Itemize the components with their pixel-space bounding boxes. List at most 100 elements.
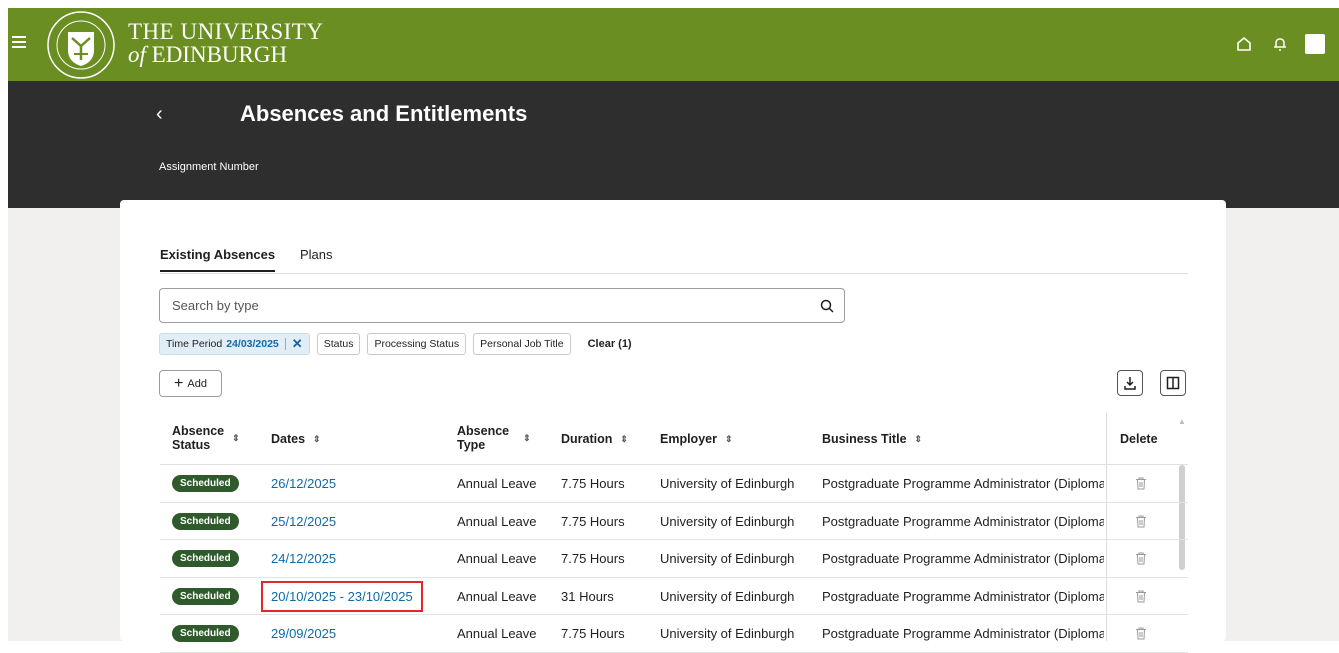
table-row: Scheduled 24/12/2025 Annual Leave 7.75 H… — [160, 540, 1188, 578]
filter-processing-status[interactable]: Processing Status — [367, 333, 467, 355]
download-button[interactable] — [1117, 370, 1143, 396]
delete-trash-icon[interactable] — [1135, 515, 1147, 528]
table-row: Scheduled 25/12/2025 Annual Leave 7.75 H… — [160, 503, 1188, 540]
add-button[interactable]: + Add — [159, 370, 222, 397]
header-dates-text: Dates — [271, 432, 306, 446]
logo-line-2: of EDINBURGH — [128, 43, 323, 66]
delete-trash-icon[interactable] — [1135, 552, 1147, 565]
header-business-title-text: Business Title — [822, 432, 907, 446]
header-business-title[interactable]: Business Title ⇕ — [822, 413, 922, 465]
sort-icon[interactable]: ⇕ — [620, 434, 628, 445]
filter-personal-job-title[interactable]: Personal Job Title — [473, 333, 571, 355]
sort-icon[interactable]: ⇕ — [232, 433, 240, 444]
filter-time-period[interactable]: Time Period 24/03/2025 ✕ — [159, 333, 310, 355]
status-badge: Scheduled — [172, 550, 239, 568]
university-crest-icon — [47, 11, 115, 79]
dates-link[interactable]: 24/12/2025 — [271, 551, 336, 566]
header-absence-status-line2: Status — [172, 438, 211, 452]
filter-status[interactable]: Status — [316, 333, 361, 355]
table-row: Scheduled 20/10/2025 - 23/10/2025 Annual… — [160, 578, 1188, 615]
header-icons — [1233, 33, 1325, 55]
header-absence-status-text: Absence Status — [172, 424, 225, 453]
header-absence-type-line1: Absence — [457, 424, 510, 439]
avatar[interactable] — [1305, 34, 1325, 54]
header-employer-text: Employer — [660, 432, 717, 446]
employer-cell: University of Edinburgh — [660, 513, 795, 529]
table-row: Scheduled 26/12/2025 Annual Leave 7.75 H… — [160, 465, 1188, 503]
header-absence-status[interactable]: Absence Status ⇕ — [172, 413, 240, 465]
duration-cell: 31 Hours — [561, 588, 614, 604]
menu-icon[interactable] — [12, 36, 26, 50]
bell-icon[interactable] — [1269, 33, 1291, 55]
status-badge: Scheduled — [172, 475, 239, 493]
back-chevron-icon[interactable]: ‹ — [156, 103, 163, 126]
delete-trash-icon[interactable] — [1135, 627, 1147, 640]
status-badge: Scheduled — [172, 512, 239, 530]
absence-type-cell: Annual Leave — [457, 588, 537, 604]
filter-time-period-value: 24/03/2025 — [226, 338, 279, 350]
sort-icon[interactable]: ⇕ — [725, 434, 733, 445]
chip-separator — [284, 338, 286, 350]
header-absence-type[interactable]: Absence Type ⇕ — [457, 413, 531, 465]
business-title-cell: Postgraduate Programme Administrator (Di… — [822, 588, 1104, 604]
clear-filters-link[interactable]: Clear (1) — [588, 338, 632, 350]
filter-time-period-label: Time Period — [166, 338, 223, 350]
business-title-cell: Postgraduate Programme Administrator (Di… — [822, 476, 1104, 492]
tab-bar: Existing Absences Plans — [160, 247, 1188, 274]
columns-button[interactable] — [1160, 370, 1186, 396]
employer-cell: University of Edinburgh — [660, 551, 795, 567]
duration-cell: 7.75 Hours — [561, 551, 625, 567]
status-badge: Scheduled — [172, 587, 239, 605]
home-icon[interactable] — [1233, 33, 1255, 55]
table-header: Absence Status ⇕ Dates ⇕ Absence Type ⇕ Du… — [160, 413, 1188, 465]
delete-trash-icon[interactable] — [1135, 477, 1147, 490]
employer-cell: University of Edinburgh — [660, 476, 795, 492]
business-title-cell: Postgraduate Programme Administrator (Di… — [822, 626, 1104, 642]
search-icon[interactable] — [810, 289, 844, 323]
app-header: THE UNIVERSITY of EDINBURGH — [8, 8, 1339, 81]
header-employer[interactable]: Employer ⇕ — [660, 413, 733, 465]
header-dates[interactable]: Dates ⇕ — [271, 413, 321, 465]
absence-type-cell: Annual Leave — [457, 551, 537, 567]
sort-icon[interactable]: ⇕ — [523, 433, 531, 444]
tab-plans[interactable]: Plans — [300, 247, 333, 270]
absences-card: Existing Absences Plans Time Period 24/0… — [120, 200, 1226, 653]
university-logo-text[interactable]: THE UNIVERSITY of EDINBURGH — [128, 20, 323, 66]
remove-filter-close-icon[interactable]: ✕ — [292, 336, 303, 352]
header-absence-type-text: Absence Type — [457, 424, 510, 453]
dates-link[interactable]: 25/12/2025 — [271, 514, 336, 529]
business-title-cell: Postgraduate Programme Administrator (Di… — [822, 513, 1104, 529]
tab-existing-absences[interactable]: Existing Absences — [160, 247, 276, 272]
sort-icon[interactable]: ⇕ — [313, 434, 321, 445]
add-button-label: Add — [187, 377, 207, 390]
business-title-cell: Postgraduate Programme Administrator (Di… — [822, 551, 1104, 567]
dates-link[interactable]: 26/12/2025 — [271, 476, 336, 491]
dates-link[interactable]: 29/09/2025 — [271, 626, 336, 641]
header-duration-text: Duration — [561, 432, 613, 446]
page-title: Absences and Entitlements — [240, 101, 528, 126]
search-box — [159, 288, 845, 323]
columns-icon — [1166, 376, 1180, 390]
download-icon — [1124, 377, 1136, 390]
employer-cell: University of Edinburgh — [660, 588, 795, 604]
absences-table: ▲ Absence Status ⇕ Dates ⇕ Absence Type ⇕ … — [160, 413, 1188, 653]
absence-type-cell: Annual Leave — [457, 513, 537, 529]
absence-type-cell: Annual Leave — [457, 476, 537, 492]
duration-cell: 7.75 Hours — [561, 476, 625, 492]
assignment-number-label: Assignment Number — [159, 161, 259, 173]
logo-of: of — [128, 42, 146, 67]
filter-chips: Time Period 24/03/2025 ✕ Status Processi… — [159, 333, 632, 355]
delete-trash-icon[interactable] — [1135, 590, 1147, 603]
logo-edinburgh: EDINBURGH — [151, 42, 288, 67]
absence-type-cell: Annual Leave — [457, 626, 537, 642]
top-strip — [0, 0, 1339, 8]
table-row: Scheduled 29/09/2025 Annual Leave 7.75 H… — [160, 615, 1188, 653]
header-absence-status-line1: Absence — [172, 424, 225, 439]
header-duration[interactable]: Duration ⇕ — [561, 413, 628, 465]
page-banner: ‹ Absences and Entitlements Assignment N… — [8, 81, 1339, 208]
search-input[interactable] — [160, 289, 810, 322]
sort-icon[interactable]: ⇕ — [915, 434, 923, 445]
dates-link-highlighted[interactable]: 20/10/2025 - 23/10/2025 — [261, 580, 423, 612]
header-absence-type-line2: Type — [457, 438, 486, 452]
status-badge: Scheduled — [172, 625, 239, 643]
